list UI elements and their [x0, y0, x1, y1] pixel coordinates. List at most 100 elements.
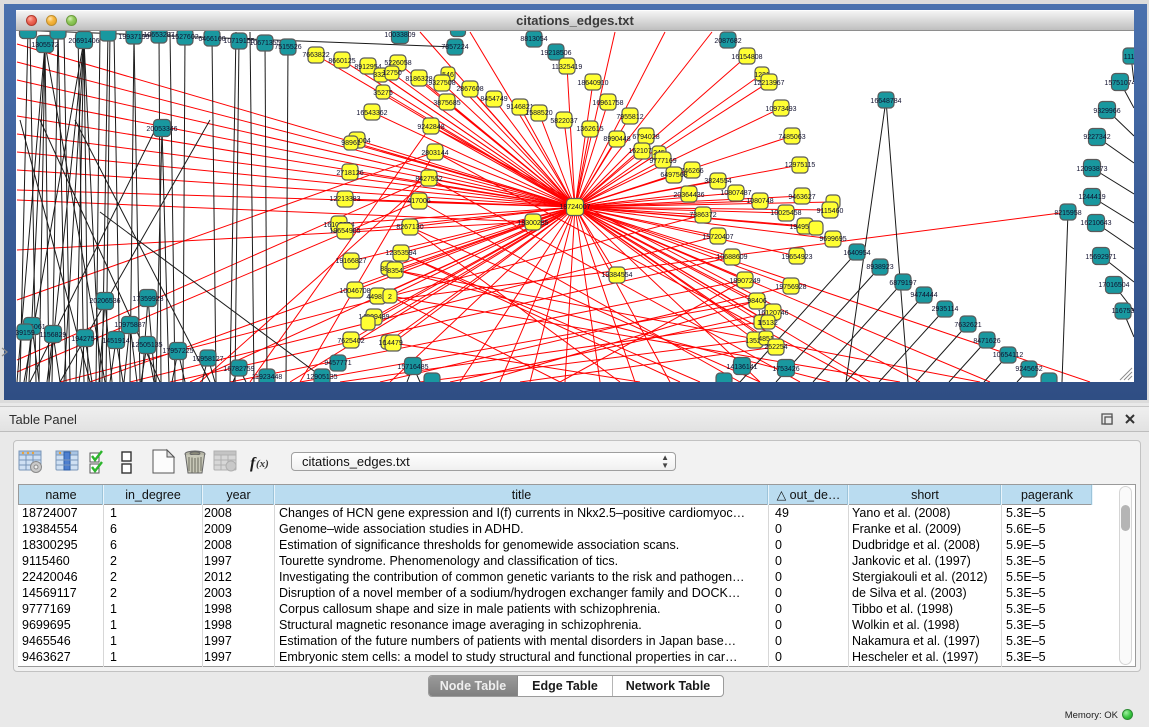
svg-text:1451914: 1451914 — [102, 338, 129, 345]
svg-text:9327508: 9327508 — [428, 80, 455, 87]
svg-text:19654923: 19654923 — [781, 254, 812, 261]
svg-text:12353594: 12353594 — [385, 250, 416, 257]
svg-text:1244419: 1244419 — [1078, 194, 1105, 201]
svg-text:6879197: 6879197 — [889, 280, 916, 287]
svg-text:116753: 116753 — [1112, 308, 1134, 315]
svg-text:8454749: 8454749 — [480, 96, 507, 103]
svg-text:15692971: 15692971 — [1085, 254, 1116, 261]
svg-text:7485063: 7485063 — [778, 134, 805, 141]
svg-text:9245652: 9245652 — [1015, 366, 1042, 373]
svg-text:2803144: 2803144 — [421, 150, 448, 157]
svg-text:10654112: 10654112 — [993, 352, 1024, 359]
svg-text:2867608: 2867608 — [456, 86, 483, 93]
svg-text:1753426: 1753426 — [772, 366, 799, 373]
svg-text:1640954: 1640954 — [843, 250, 870, 257]
svg-text:12505135: 12505135 — [131, 342, 162, 349]
svg-text:98961: 98961 — [341, 140, 361, 147]
svg-text:1362615: 1362615 — [576, 126, 603, 133]
svg-text:10958127: 10958127 — [192, 356, 223, 363]
svg-text:19654985: 19654985 — [329, 228, 360, 235]
svg-text:7632621: 7632621 — [954, 322, 981, 329]
svg-text:10025458: 10025458 — [770, 210, 801, 217]
svg-text:19166827: 19166827 — [335, 258, 366, 265]
svg-text:9699695: 9699695 — [819, 236, 846, 243]
svg-text:3824554: 3824554 — [704, 178, 731, 185]
svg-text:10653287: 10653287 — [143, 32, 174, 39]
svg-text:2087682: 2087682 — [714, 38, 741, 45]
svg-text:16543362: 16543362 — [356, 110, 387, 117]
svg-text:17359928: 17359928 — [132, 296, 163, 303]
svg-text:18907249: 18907249 — [729, 278, 760, 285]
svg-text:9242848: 9242848 — [417, 124, 444, 131]
svg-text:39159: 39159 — [16, 330, 35, 337]
svg-text:19756928: 19756928 — [775, 284, 806, 291]
svg-text:16782759: 16782759 — [223, 366, 254, 373]
svg-text:10975887: 10975887 — [114, 322, 145, 329]
svg-text:1588520: 1588520 — [525, 110, 552, 117]
svg-text:7857224: 7857224 — [441, 44, 468, 51]
svg-text:(x): (x) — [256, 458, 269, 470]
svg-text:12975115: 12975115 — [785, 162, 816, 169]
svg-text:1527602: 1527602 — [171, 34, 198, 41]
svg-text:6794028: 6794028 — [632, 134, 659, 141]
svg-text:9115460: 9115460 — [817, 208, 844, 215]
svg-text:6497568: 6497568 — [660, 172, 687, 179]
svg-text:9474444: 9474444 — [910, 292, 937, 299]
svg-text:9777169: 9777169 — [649, 158, 676, 165]
svg-text:10688609: 10688609 — [716, 254, 747, 261]
svg-text:14136141: 14136141 — [726, 364, 757, 371]
svg-text:6466160: 6466160 — [198, 36, 225, 43]
svg-text:7663822: 7663822 — [302, 52, 329, 59]
svg-text:12213383: 12213383 — [329, 196, 360, 203]
svg-text:16154808: 16154808 — [731, 54, 762, 61]
svg-text:7625402: 7625402 — [337, 338, 364, 345]
svg-text:18300295: 18300295 — [517, 220, 548, 227]
svg-text:15720407: 15720407 — [702, 234, 733, 241]
svg-text:8471626: 8471626 — [973, 338, 1000, 345]
svg-text:15751074: 15751074 — [1104, 80, 1134, 87]
svg-text:1117: 1117 — [1124, 54, 1134, 61]
svg-text:8938923: 8938923 — [866, 264, 893, 271]
svg-text:12750: 12750 — [382, 70, 402, 77]
svg-text:20053346: 20053346 — [146, 126, 177, 133]
svg-text:8215958: 8215958 — [1054, 210, 1081, 217]
svg-text:17957225: 17957225 — [162, 348, 193, 355]
svg-text:11923448: 11923448 — [252, 374, 283, 381]
svg-text:9463627: 9463627 — [788, 194, 815, 201]
svg-text:1080748: 1080748 — [746, 198, 773, 205]
svg-text:2935114: 2935114 — [932, 306, 959, 313]
svg-text:18724007: 18724007 — [559, 204, 590, 211]
svg-text:1156829: 1156829 — [40, 332, 67, 339]
svg-text:3875685: 3875685 — [433, 100, 460, 107]
svg-text:252254: 252254 — [764, 344, 787, 351]
svg-text:19218506: 19218506 — [540, 50, 571, 57]
svg-text:98406: 98406 — [747, 298, 767, 305]
svg-text:11325419: 11325419 — [552, 64, 583, 71]
svg-text:20691406: 20691406 — [68, 38, 99, 45]
svg-text:9227342: 9227342 — [1083, 134, 1110, 141]
svg-text:14479: 14479 — [383, 340, 403, 347]
svg-text:19384554: 19384554 — [601, 272, 632, 279]
svg-text:8427552: 8427552 — [415, 176, 442, 183]
svg-text:15132: 15132 — [758, 320, 778, 327]
svg-text:2718126: 2718126 — [336, 170, 363, 177]
svg-text:2: 2 — [388, 294, 392, 301]
svg-text:10973493: 10973493 — [765, 106, 796, 113]
svg-text:12213967: 12213967 — [753, 80, 784, 87]
svg-text:18640910: 18640910 — [577, 80, 608, 87]
svg-text:9329966: 9329966 — [1093, 108, 1120, 115]
svg-text:16961758: 16961758 — [592, 100, 623, 107]
svg-text:16210643: 16210643 — [1080, 220, 1111, 227]
svg-text:8813054: 8813054 — [520, 36, 547, 43]
svg-text:16648784: 16648784 — [870, 98, 901, 105]
svg-text:15716485: 15716485 — [397, 364, 428, 371]
svg-text:20206536: 20206536 — [89, 298, 120, 305]
svg-text:8267130: 8267130 — [396, 224, 423, 231]
svg-text:10033809: 10033809 — [384, 32, 415, 39]
svg-text:12905135: 12905135 — [306, 374, 337, 381]
svg-text:10807487: 10807487 — [720, 190, 751, 197]
svg-text:7515526: 7515526 — [274, 44, 301, 51]
svg-text:7955812: 7955812 — [616, 114, 643, 121]
svg-text:8354: 8354 — [387, 268, 403, 275]
svg-text:8660125: 8660125 — [328, 58, 355, 65]
